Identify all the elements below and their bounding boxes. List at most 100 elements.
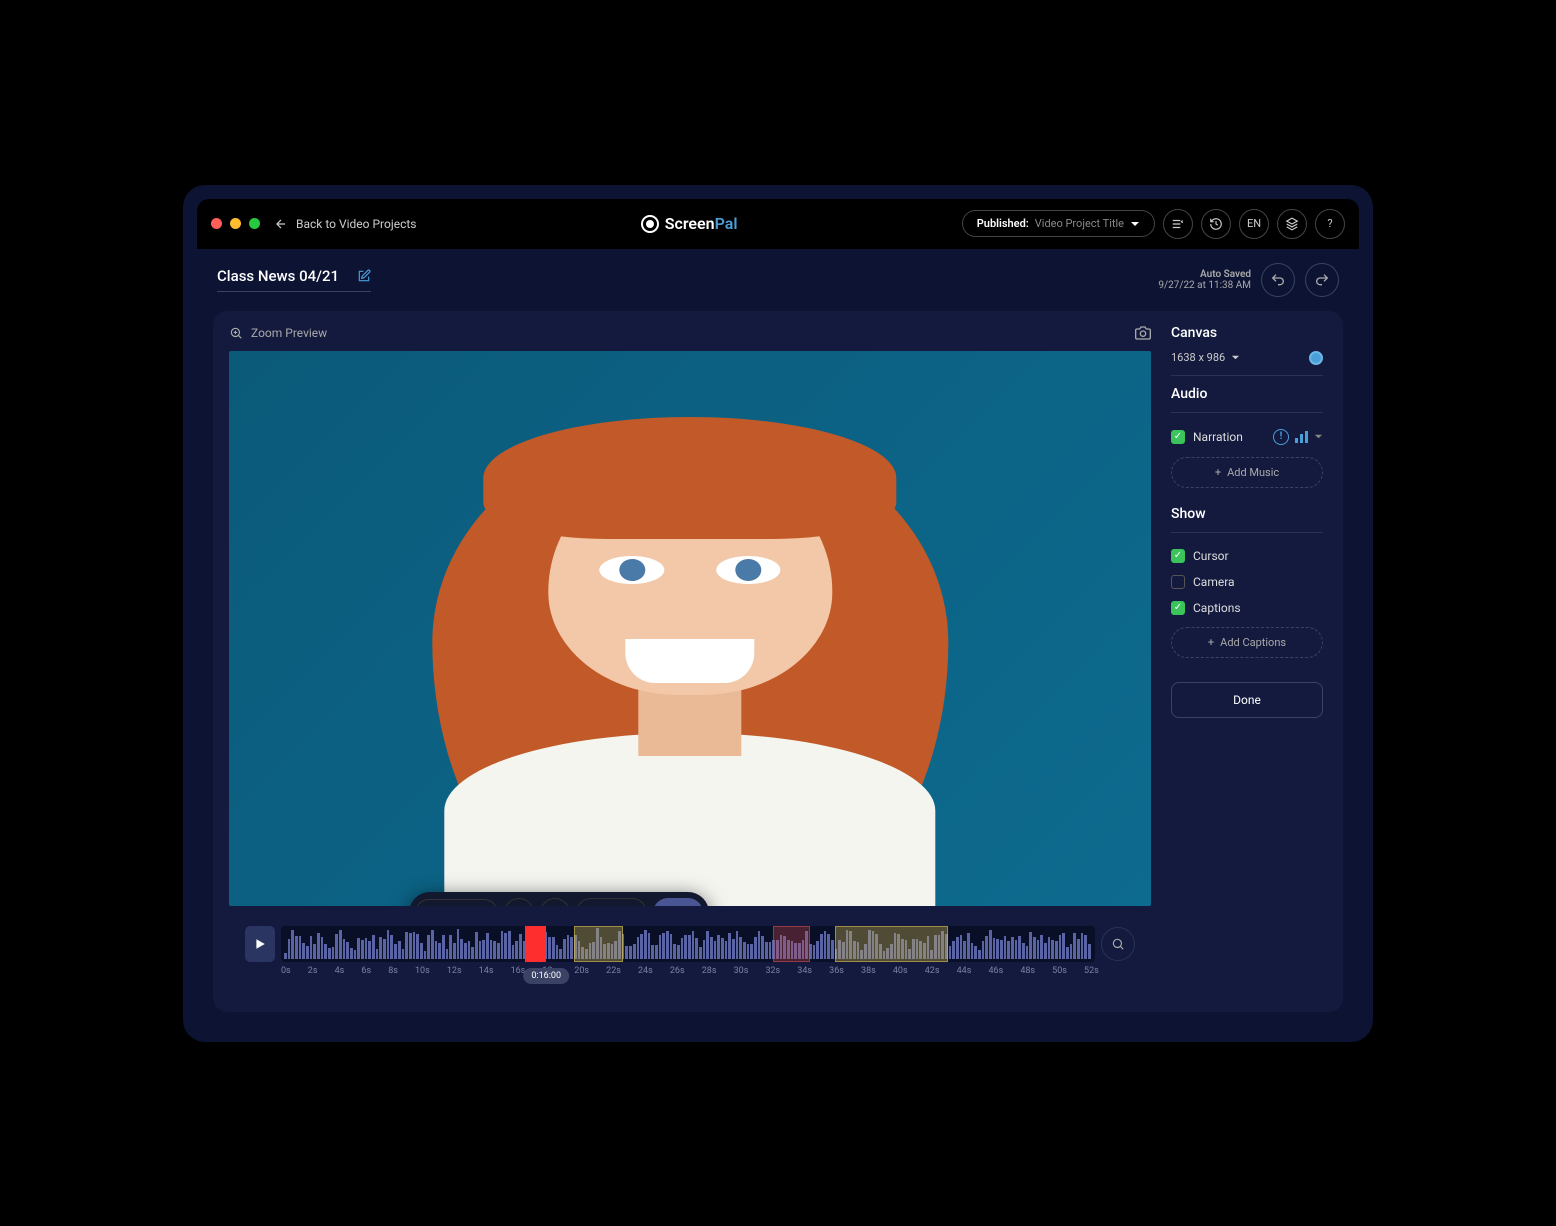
- minimize-window[interactable]: [230, 218, 241, 229]
- language-button[interactable]: EN: [1239, 209, 1269, 239]
- timeline-tick: 20s: [574, 966, 589, 976]
- show-section-title: Show: [1171, 506, 1323, 522]
- narration-toggle[interactable]: ✓ Narration !: [1171, 423, 1323, 451]
- chevron-down-icon[interactable]: [1314, 432, 1323, 441]
- title-row: Class News 04/21 Auto Saved 9/27/22 at 1…: [197, 249, 1359, 311]
- checkbox-checked-icon: ✓: [1171, 549, 1185, 563]
- publish-label: Published:: [977, 217, 1029, 230]
- maximize-window[interactable]: [249, 218, 260, 229]
- project-title[interactable]: Class News 04/21: [217, 267, 371, 292]
- timeline-tick: 10s: [415, 966, 430, 976]
- timeline-tick: 24s: [638, 966, 653, 976]
- timeline-tick: 48s: [1020, 966, 1035, 976]
- cut-duration-chip: ✂ 1.16 sec: [415, 899, 498, 906]
- magnifier-icon: [1111, 937, 1125, 951]
- play-icon: [254, 938, 266, 950]
- timeline-region-1[interactable]: [574, 926, 623, 962]
- timeline-tick: 12s: [447, 966, 462, 976]
- right-sidebar: Canvas 1638 x 986 Audio ✓ Narration ! + …: [1167, 311, 1327, 996]
- timeline-tick: 28s: [702, 966, 717, 976]
- timeline-tick: 26s: [670, 966, 685, 976]
- info-icon[interactable]: !: [1273, 429, 1289, 445]
- checkbox-checked-icon: ✓: [1171, 601, 1185, 615]
- main-panel: Zoom Preview ✂: [213, 311, 1343, 1012]
- timeline-tick: 40s: [893, 966, 908, 976]
- plus-icon: +: [1208, 636, 1214, 649]
- history-button[interactable]: [1201, 209, 1231, 239]
- playhead-time-badge: 0:16:00: [523, 968, 569, 984]
- zoom-preview-label[interactable]: Zoom Preview: [251, 326, 327, 340]
- layers-icon: [1285, 217, 1299, 231]
- timeline-region-2[interactable]: [773, 926, 810, 962]
- cut-ok-button[interactable]: OK: [653, 898, 703, 906]
- timeline-tick: 22s: [606, 966, 621, 976]
- canvas-section-title: Canvas: [1171, 325, 1323, 341]
- layers-button[interactable]: [1277, 209, 1307, 239]
- checkbox-checked-icon: ✓: [1171, 430, 1185, 444]
- timeline-tick: 38s: [861, 966, 876, 976]
- timeline-play-button[interactable]: [245, 926, 275, 962]
- timeline-ticks: 0s2s4s6s8s10s12s14s16s18s20s22s24s26s28s…: [245, 962, 1135, 976]
- camera-toggle[interactable]: Camera: [1171, 569, 1323, 595]
- captions-toggle[interactable]: ✓ Captions: [1171, 595, 1323, 621]
- timeline-tick: 14s: [479, 966, 494, 976]
- timeline-cut-marker[interactable]: [525, 926, 546, 962]
- timeline-tick: 4s: [335, 966, 345, 976]
- history-icon: [1209, 217, 1223, 231]
- timeline-tick: 0s: [281, 966, 291, 976]
- window-controls: [211, 218, 260, 229]
- video-preview[interactable]: ✂ 1.16 sec ? Cancel OK: [229, 351, 1151, 906]
- cut-toolbar: ✂ 1.16 sec ? Cancel OK: [409, 892, 709, 906]
- timeline-tick: 8s: [388, 966, 398, 976]
- timeline-tick: 52s: [1084, 966, 1099, 976]
- done-button[interactable]: Done: [1171, 682, 1323, 718]
- timeline-tick: 46s: [988, 966, 1003, 976]
- back-button[interactable]: Back to Video Projects: [274, 217, 416, 231]
- timeline: 0s2s4s6s8s10s12s14s16s18s20s22s24s26s28s…: [229, 906, 1151, 982]
- publish-title: Video Project Title: [1035, 217, 1124, 230]
- redo-icon: [1314, 272, 1330, 288]
- undo-button[interactable]: [1261, 263, 1295, 297]
- timeline-region-3[interactable]: [835, 926, 949, 962]
- timeline-tick: 2s: [308, 966, 318, 976]
- add-captions-button[interactable]: + Add Captions: [1171, 627, 1323, 658]
- chevron-down-icon: [1231, 353, 1240, 362]
- list-button[interactable]: [1163, 209, 1193, 239]
- cut-help-button[interactable]: ?: [504, 898, 534, 906]
- help-button[interactable]: ?: [1315, 209, 1345, 239]
- publish-dropdown[interactable]: Published: Video Project Title: [962, 210, 1155, 237]
- add-music-button[interactable]: + Add Music: [1171, 457, 1323, 488]
- zoom-icon[interactable]: [229, 326, 243, 340]
- audio-level-icon[interactable]: [1295, 431, 1308, 443]
- canvas-dimensions-dropdown[interactable]: 1638 x 986: [1171, 351, 1323, 365]
- redo-button[interactable]: [1305, 263, 1339, 297]
- close-window[interactable]: [211, 218, 222, 229]
- undo-icon: [1270, 272, 1286, 288]
- plus-icon: +: [1215, 466, 1221, 479]
- timeline-tick: 50s: [1052, 966, 1067, 976]
- list-icon: [1171, 217, 1185, 231]
- timeline-tick: 36s: [829, 966, 844, 976]
- arrow-left-icon: [274, 217, 288, 231]
- cursor-toggle[interactable]: ✓ Cursor: [1171, 543, 1323, 569]
- audio-section-title: Audio: [1171, 386, 1323, 402]
- back-label: Back to Video Projects: [296, 217, 416, 231]
- snapshot-button[interactable]: [1135, 325, 1151, 341]
- edit-icon[interactable]: [357, 269, 371, 283]
- chevron-down-icon: [1130, 219, 1140, 229]
- timeline-zoom-button[interactable]: [1101, 927, 1135, 961]
- timeline-tick: 6s: [361, 966, 371, 976]
- cut-play-button[interactable]: [540, 898, 570, 906]
- preview-column: Zoom Preview ✂: [229, 311, 1151, 996]
- app-logo: ScreenPal: [641, 214, 738, 233]
- timeline-tick: 34s: [797, 966, 812, 976]
- cut-cancel-button[interactable]: Cancel: [576, 898, 647, 906]
- waveform: [281, 926, 1095, 962]
- preview-frame-content: [229, 351, 1151, 906]
- canvas-color-swatch[interactable]: [1309, 351, 1323, 365]
- timeline-tick: 42s: [925, 966, 940, 976]
- autosave-status: Auto Saved 9/27/22 at 11:38 AM: [1158, 269, 1251, 291]
- topbar: Back to Video Projects ScreenPal Publish…: [197, 199, 1359, 249]
- timeline-tick: 30s: [734, 966, 749, 976]
- timeline-track[interactable]: [281, 926, 1095, 962]
